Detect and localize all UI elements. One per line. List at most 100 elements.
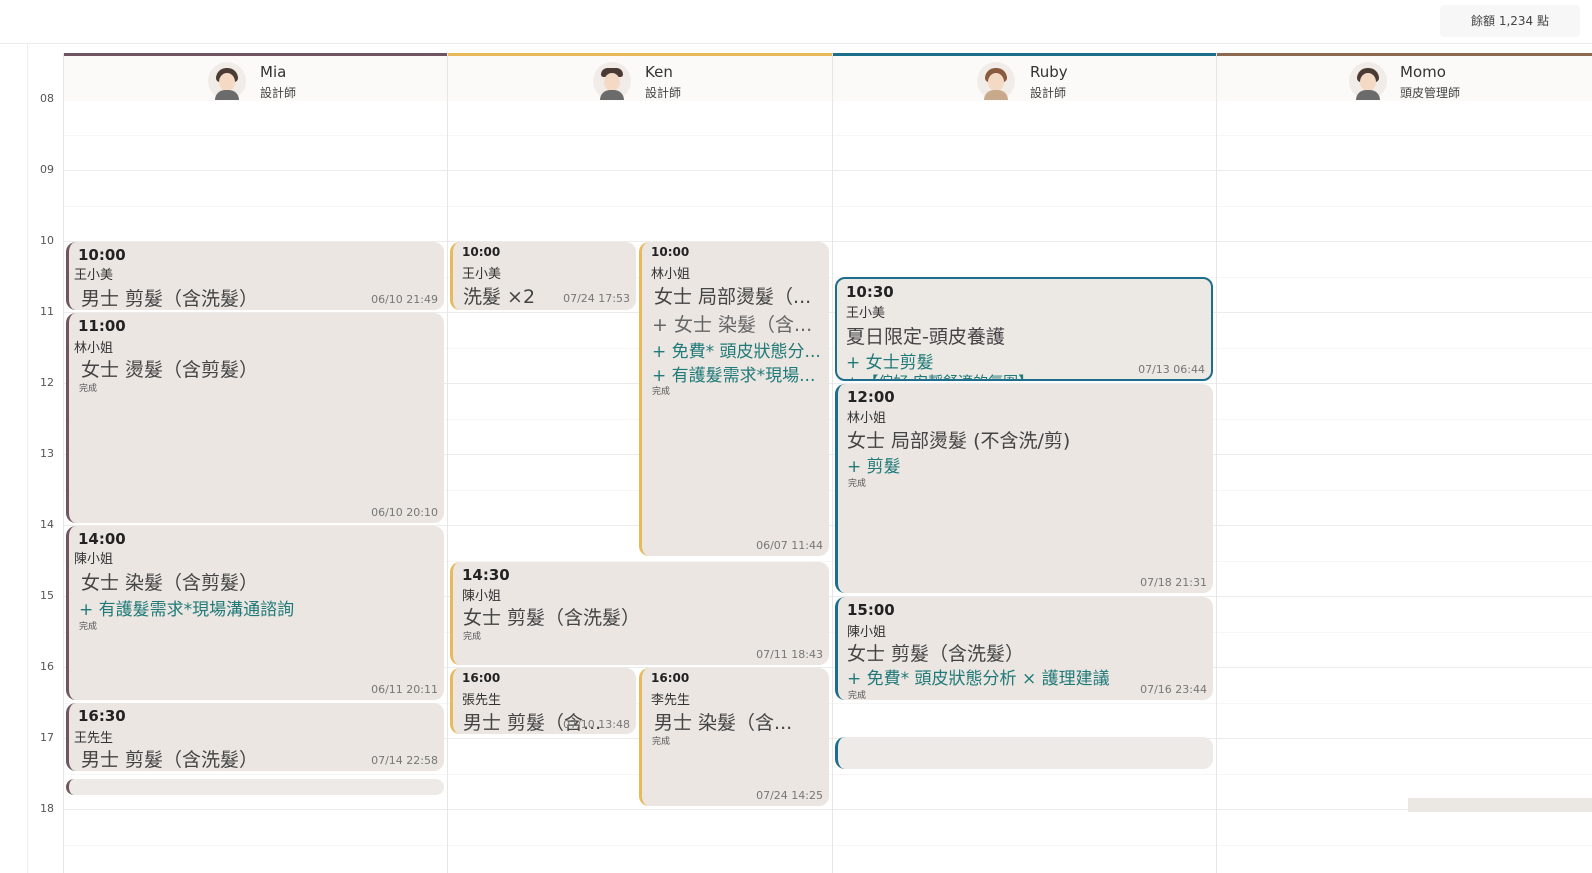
staff-role: 設計師 bbox=[1030, 86, 1067, 100]
appointment-timestamp: 06/07 11:44 bbox=[756, 539, 823, 552]
staff-role: 頭皮管理師 bbox=[1400, 86, 1461, 100]
grid-line bbox=[64, 809, 1592, 810]
appointment-service: 男士 剪髮（含洗髮） bbox=[81, 288, 259, 310]
grid-line bbox=[64, 170, 1592, 171]
appointment-card[interactable] bbox=[66, 779, 444, 795]
hour-label: 12 bbox=[40, 376, 54, 389]
staff-header-ken[interactable]: Ken 設計師 bbox=[448, 53, 832, 101]
appointment-card[interactable]: 10:00 林小姐 女士 局部燙髮（... + 女士 染髮（含... + 免費*… bbox=[639, 242, 829, 556]
avatar bbox=[977, 62, 1015, 100]
appointment-service: 女士 剪髮（含洗髮） bbox=[463, 607, 641, 629]
appointment-time: 11:00 bbox=[78, 317, 126, 335]
appointment-card[interactable]: 10:00 王小美 男士 剪髮（含洗髮） 06/10 21:49 bbox=[66, 242, 444, 310]
appointment-timestamp: 07/14 22:58 bbox=[371, 754, 438, 767]
grid-line bbox=[64, 135, 1592, 136]
staff-header-ruby[interactable]: Ruby 設計師 bbox=[833, 53, 1216, 101]
staff-name: Ken bbox=[645, 63, 673, 81]
appointment-service: 女士 染髮（含剪髮） bbox=[81, 572, 259, 594]
appointment-client: 王小美 bbox=[462, 267, 502, 282]
staff-name: Mia bbox=[260, 63, 287, 81]
hour-label: 13 bbox=[40, 447, 54, 460]
appointment-status: 完成 bbox=[79, 622, 98, 632]
appointment-service: 女士 局部燙髮 (不含洗/剪) bbox=[847, 430, 1071, 452]
appointment-time: 10:30 bbox=[846, 283, 894, 301]
appointment-timestamp: 06/10 20:10 bbox=[371, 506, 438, 519]
calendar-app: 餘額 1,234 點 08 09 10 11 12 13 14 15 16 17… bbox=[0, 0, 1592, 873]
appointment-addon: + 女士 染髮（含... bbox=[652, 314, 813, 336]
appointment-client: 林小姐 bbox=[651, 267, 691, 282]
column-divider bbox=[832, 53, 833, 873]
appointment-service: 夏日限定-頭皮養護 bbox=[846, 326, 1005, 348]
appointment-timestamp: 07/10 13:48 bbox=[563, 718, 630, 731]
appointment-client: 林小姐 bbox=[74, 341, 114, 356]
appointment-service: 男士 剪髮（含洗髮） bbox=[81, 749, 259, 771]
appointment-timestamp: 07/13 06:44 bbox=[1138, 363, 1205, 376]
appointment-status: 完成 bbox=[848, 479, 867, 489]
appointment-client: 陳小姐 bbox=[74, 552, 114, 567]
appointment-card[interactable]: 12:00 林小姐 女士 局部燙髮 (不含洗/剪) + 剪髮 完成 07/18 … bbox=[835, 384, 1213, 593]
appointment-client: 王先生 bbox=[74, 731, 114, 746]
appointment-card[interactable]: 14:00 陳小姐 女士 染髮（含剪髮） + 有護髮需求*現場溝通諮詢 完成 0… bbox=[66, 526, 444, 700]
appointment-service: 洗髮 ×2 bbox=[463, 286, 536, 308]
appointment-timestamp: 07/16 23:44 bbox=[1140, 683, 1207, 696]
hour-label: 11 bbox=[40, 305, 54, 318]
appointment-client: 林小姐 bbox=[847, 411, 887, 426]
appointment-timestamp: 06/10 21:49 bbox=[371, 293, 438, 306]
column-divider bbox=[63, 53, 64, 873]
avatar bbox=[593, 62, 631, 100]
appointment-timestamp: 07/11 18:43 bbox=[756, 648, 823, 661]
staff-role: 設計師 bbox=[645, 86, 682, 100]
appointment-addon: + 免費* 頭皮狀態分析 × 護理建議 bbox=[847, 669, 1110, 689]
hour-label: 18 bbox=[40, 802, 54, 815]
staff-role: 設計師 bbox=[260, 86, 297, 100]
appointment-card[interactable] bbox=[835, 737, 1213, 769]
appointment-card[interactable]: 10:30 王小美 夏日限定-頭皮養護 + 女士剪髮 + 【偏好 安靜舒適的氛圍… bbox=[835, 277, 1213, 381]
appointment-card[interactable]: 16:30 王先生 男士 剪髮（含洗髮） 07/14 22:58 bbox=[66, 703, 444, 771]
avatar bbox=[208, 62, 246, 100]
appointment-client: 陳小姐 bbox=[462, 589, 502, 604]
appointment-card[interactable]: 10:00 王小美 洗髮 ×2 07/24 17:53 bbox=[450, 242, 636, 310]
appointment-service: 女士 燙髮（含剪髮） bbox=[81, 359, 259, 381]
staff-name: Momo bbox=[1400, 63, 1446, 81]
appointment-card[interactable]: 16:00 張先生 男士 剪髮（含... 07/10 13:48 bbox=[450, 668, 636, 734]
appointment-card[interactable]: 14:30 陳小姐 女士 剪髮（含洗髮） 完成 07/11 18:43 bbox=[450, 562, 829, 665]
appointment-status: 完成 bbox=[652, 387, 671, 397]
appointment-status: 完成 bbox=[652, 737, 671, 747]
appointment-time: 15:00 bbox=[847, 601, 895, 619]
appointment-service: 女士 局部燙髮（... bbox=[654, 286, 812, 308]
hour-label: 16 bbox=[40, 660, 54, 673]
appointment-time: 14:00 bbox=[78, 530, 126, 548]
top-bar: 餘額 1,234 點 bbox=[0, 0, 1592, 44]
appointment-time: 16:00 bbox=[462, 671, 501, 685]
appointment-timestamp: 06/11 20:11 bbox=[371, 683, 438, 696]
appointment-client: 陳小姐 bbox=[847, 625, 887, 640]
appointment-time: 10:00 bbox=[462, 245, 501, 259]
hour-label: 14 bbox=[40, 518, 54, 531]
appointment-client: 李先生 bbox=[651, 693, 691, 708]
staff-header-mia[interactable]: Mia 設計師 bbox=[64, 53, 447, 101]
scroll-fade bbox=[1408, 798, 1592, 812]
appointment-timestamp: 07/18 21:31 bbox=[1140, 576, 1207, 589]
appointment-addon: + 女士剪髮 bbox=[846, 353, 934, 373]
appointment-card[interactable]: 15:00 陳小姐 女士 剪髮（含洗髮） + 免費* 頭皮狀態分析 × 護理建議… bbox=[835, 597, 1213, 700]
avatar bbox=[1349, 62, 1387, 100]
hour-label: 09 bbox=[40, 163, 54, 176]
appointment-client: 張先生 bbox=[462, 693, 502, 708]
staff-header-momo[interactable]: Momo 頭皮管理師 bbox=[1217, 53, 1592, 101]
appointment-time: 16:00 bbox=[651, 671, 690, 685]
appointment-addon: + 有護髮需求*現場... bbox=[652, 366, 816, 386]
appointment-addon: + 【偏好 安靜舒適的氛圍】 bbox=[846, 371, 1033, 379]
appointment-card[interactable]: 11:00 林小姐 女士 燙髮（含剪髮） 完成 06/10 20:10 bbox=[66, 313, 444, 523]
balance-badge[interactable]: 餘額 1,234 點 bbox=[1440, 5, 1580, 37]
appointment-client: 王小美 bbox=[846, 306, 886, 321]
grid-line bbox=[64, 845, 1592, 846]
appointment-time: 14:30 bbox=[462, 566, 510, 584]
appointment-addon: + 免費* 頭皮狀態分... bbox=[652, 342, 821, 362]
appointment-status: 完成 bbox=[463, 632, 482, 642]
appointment-time: 10:00 bbox=[651, 245, 690, 259]
appointment-card[interactable]: 16:00 李先生 男士 染髮（含... 完成 07/24 14:25 bbox=[639, 668, 829, 806]
appointment-addon: + 有護髮需求*現場溝通諮詢 bbox=[79, 600, 295, 620]
hour-label: 17 bbox=[40, 731, 54, 744]
staff-name: Ruby bbox=[1030, 63, 1068, 81]
appointment-time: 16:30 bbox=[78, 707, 126, 725]
